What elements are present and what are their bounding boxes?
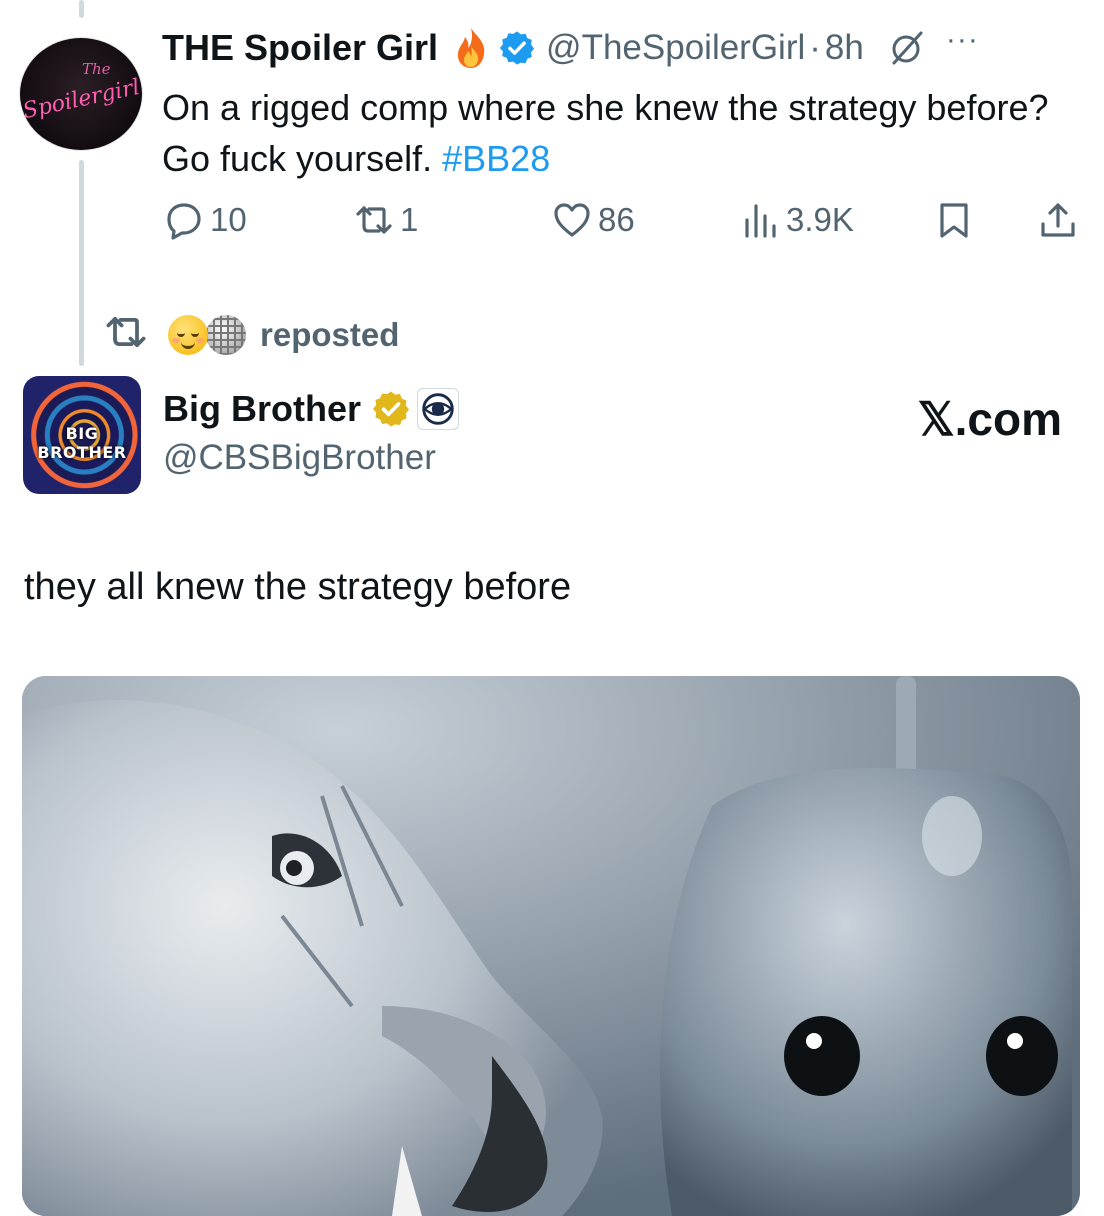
cbs-eye-icon[interactable] bbox=[417, 388, 459, 430]
reply-button[interactable]: 10 bbox=[164, 200, 247, 240]
tweet1-header: THE Spoiler Girl @TheSpoilerGirl · 8h ··… bbox=[162, 23, 979, 70]
avatar-logo-text: BIG BROTHER bbox=[37, 424, 127, 462]
bookmark-icon bbox=[940, 203, 968, 238]
x-com-watermark: 𝕏.com bbox=[917, 393, 1062, 445]
author-name[interactable]: THE Spoiler Girl bbox=[162, 27, 438, 69]
grok-icon[interactable] bbox=[888, 29, 926, 67]
tweet2-text: they all knew the strategy before bbox=[24, 566, 572, 608]
tweet1-text-main: On a rigged comp where she knew the stra… bbox=[162, 87, 1049, 179]
hashtag-link[interactable]: #BB28 bbox=[442, 138, 550, 179]
tweet1-actions: 10 1 86 3.9K bbox=[164, 200, 1084, 250]
meme-image bbox=[22, 676, 1080, 1216]
avatar-logo-text: Spoilergirl bbox=[20, 74, 142, 124]
repost-count: 1 bbox=[400, 201, 419, 238]
timestamp[interactable]: 8h bbox=[825, 28, 864, 68]
avatar-spoiler-girl[interactable]: The Spoilergirl bbox=[20, 38, 142, 150]
author-name[interactable]: Big Brother bbox=[163, 388, 361, 430]
reply-icon bbox=[167, 203, 201, 240]
tweet-media-image[interactable] bbox=[22, 676, 1080, 1216]
reposted-label: reposted bbox=[260, 315, 400, 353]
like-count: 86 bbox=[598, 201, 635, 238]
tweet2-header: Big Brother bbox=[163, 388, 459, 430]
views-count: 3.9K bbox=[786, 201, 854, 238]
share-button[interactable] bbox=[1038, 200, 1078, 240]
avatar-big-brother[interactable]: BIG BROTHER bbox=[23, 376, 141, 494]
author-handle[interactable]: @TheSpoilerGirl bbox=[546, 28, 805, 68]
disco-ball-avatar-icon[interactable] bbox=[204, 312, 248, 357]
like-icon bbox=[554, 203, 590, 237]
repost-indicator-icon bbox=[104, 310, 148, 359]
separator-dot: · bbox=[809, 28, 821, 67]
reply-count: 10 bbox=[210, 201, 247, 238]
repost-bar: reposted bbox=[104, 310, 399, 359]
tweet1-text: On a rigged comp where she knew the stra… bbox=[162, 82, 1062, 184]
views-button[interactable]: 3.9K bbox=[740, 200, 854, 240]
gold-verified-icon[interactable] bbox=[371, 389, 411, 429]
avatar-logo-small-text: The bbox=[82, 60, 111, 78]
repost-icon bbox=[356, 206, 392, 234]
relieved-face-avatar-icon[interactable] bbox=[168, 314, 208, 355]
share-icon bbox=[1041, 203, 1075, 237]
verified-icon[interactable] bbox=[498, 29, 536, 67]
author-handle[interactable]: @CBSBigBrother bbox=[163, 438, 436, 478]
views-icon bbox=[745, 204, 776, 238]
repost-button[interactable]: 1 bbox=[354, 200, 418, 240]
fire-icon bbox=[452, 26, 490, 70]
like-button[interactable]: 86 bbox=[552, 200, 635, 240]
thread-line bbox=[79, 160, 84, 366]
bookmark-button[interactable] bbox=[934, 200, 974, 240]
thread-line-top bbox=[79, 0, 84, 18]
more-icon[interactable]: ··· bbox=[946, 23, 979, 57]
